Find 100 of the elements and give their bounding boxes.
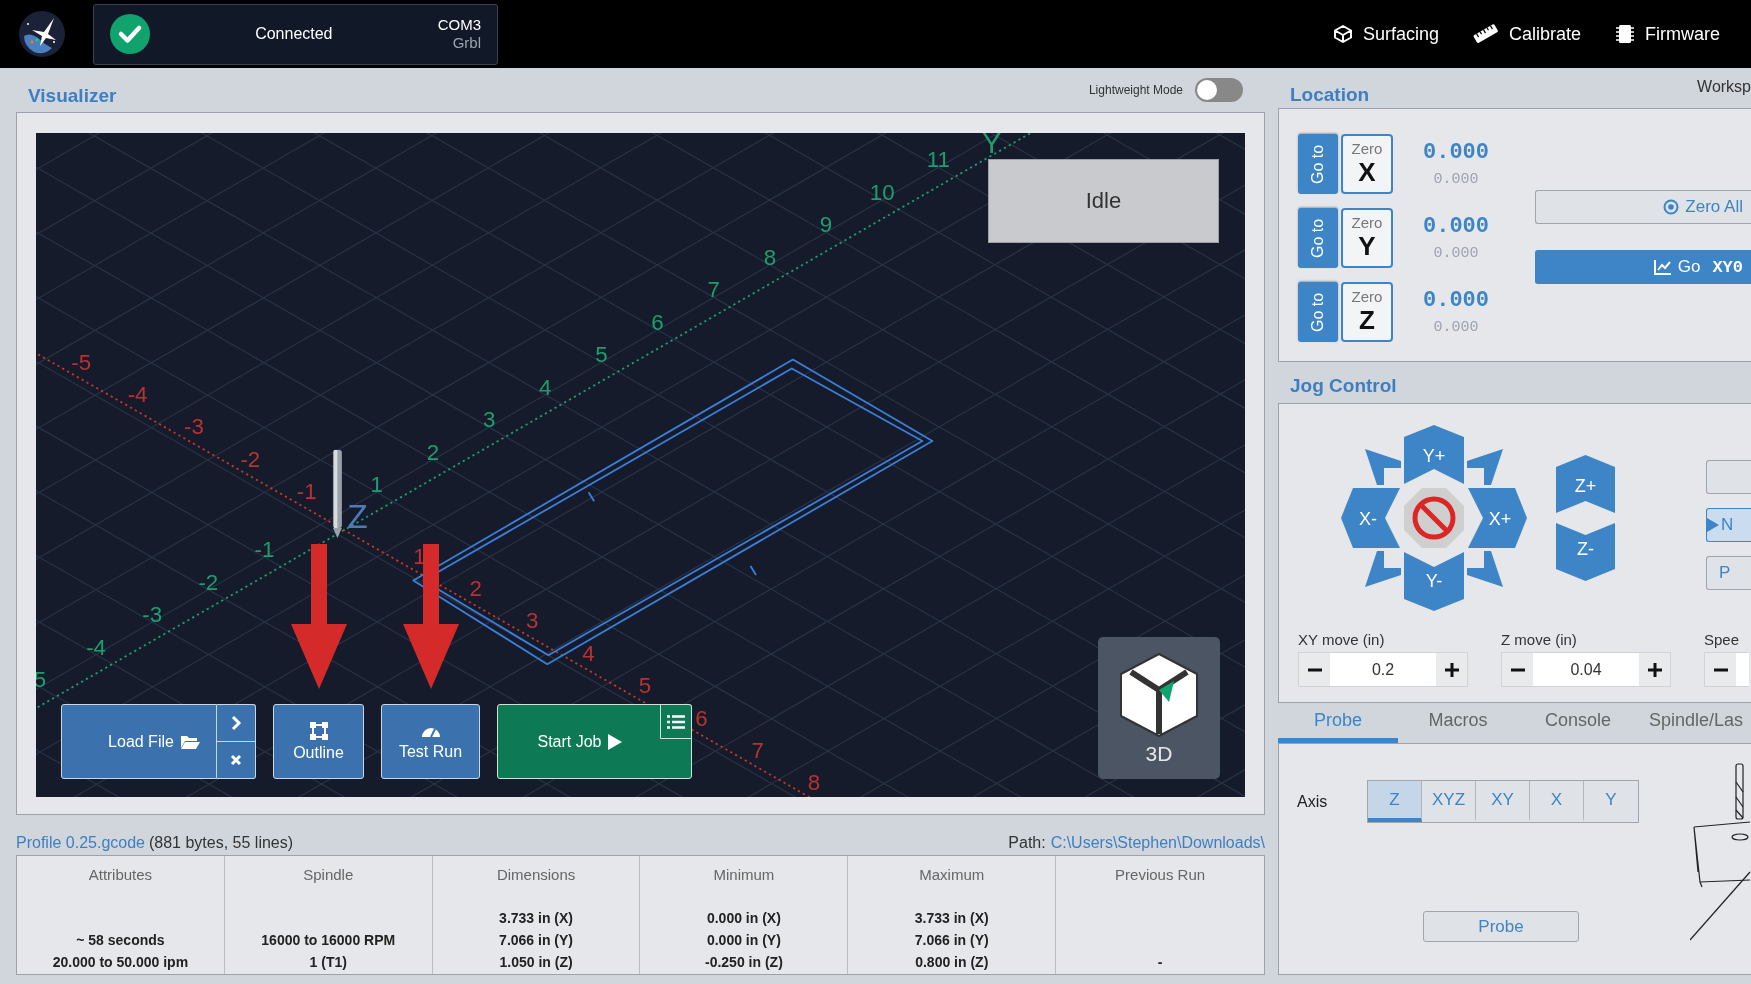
axis-label: 1 (370, 472, 384, 498)
column-heading: Attributes (88, 866, 153, 883)
axis-name: Y (981, 133, 1002, 160)
view-cube-button[interactable]: 3D (1098, 637, 1220, 779)
axis-label: -2 (240, 446, 261, 472)
axis-name: Z (347, 498, 368, 536)
axis-option[interactable]: X (1530, 781, 1584, 822)
axis-option[interactable]: Y (1584, 781, 1638, 822)
table-cell-text: - (1157, 953, 1163, 972)
table-cell-text: 3.733 in (X) (499, 909, 574, 928)
port-name: COM3 (437, 16, 481, 34)
start-job-button[interactable]: Start Job (497, 704, 692, 779)
jog-button[interactable]: Z+ (1556, 455, 1615, 513)
work-position: 0.000 (1423, 140, 1489, 165)
jog-button[interactable]: Y+ (1404, 425, 1464, 484)
go-to-button[interactable]: Go to (1298, 134, 1338, 194)
outline-button[interactable]: Outline (273, 704, 364, 779)
axis-label: -1 (296, 479, 317, 505)
stop-button[interactable] (1404, 488, 1464, 548)
load-file-button[interactable]: Load File (61, 704, 217, 779)
firmware-name: Grbl (452, 34, 481, 52)
cube-icon (1332, 24, 1353, 44)
close-button[interactable] (217, 741, 256, 779)
tab[interactable]: Macros (1398, 703, 1518, 743)
file-details: (881 bytes, 55 lines) (149, 834, 294, 852)
file-path-link[interactable]: C:\Users\Stephen\Downloads\ (1050, 834, 1265, 852)
axis-label: 10 (869, 179, 895, 205)
axis-label: 9 (819, 212, 833, 238)
zero-axis-button[interactable]: Zero Y (1341, 208, 1393, 268)
jog-button[interactable]: Z- (1556, 523, 1615, 581)
table-cell-text: 3.733 in (X) (914, 909, 989, 928)
jog-button[interactable]: Y- (1404, 552, 1464, 611)
table-cell-text: 16000 to 16000 RPM (261, 931, 396, 950)
axis-label: 5 (595, 342, 608, 368)
section-title: Jog Control (1289, 375, 1397, 397)
axis-option[interactable]: XY (1476, 781, 1530, 822)
table-cell-text: 0.800 in (Z) (915, 953, 989, 972)
machine-position: 0.000 (1433, 171, 1479, 188)
diagonal-jog-button[interactable] (1365, 551, 1401, 587)
column-heading: Previous Run (1115, 866, 1206, 883)
table-cell-text: 7.066 in (Y) (914, 931, 989, 950)
job-list-button[interactable] (660, 704, 692, 739)
next-button[interactable] (217, 704, 256, 741)
chevron-icon (230, 715, 242, 731)
axis-label: 7 (751, 737, 764, 763)
machine-position: 0.000 (1433, 319, 1479, 336)
axis-option[interactable]: XYZ (1422, 781, 1476, 822)
axis-label: -5 (71, 349, 92, 375)
go-zero-button[interactable]: Go XY0 (1535, 250, 1751, 284)
axis-label: 8 (807, 770, 821, 796)
zero-all-button[interactable]: Zero All (1535, 190, 1751, 224)
path-label: Path: (1008, 834, 1046, 852)
axis-label: -3 (142, 602, 163, 628)
triangle-icon (1707, 518, 1719, 532)
table-cell-text: 1.050 in (Z) (499, 953, 573, 972)
axis-label: 8 (763, 244, 777, 270)
tab[interactable]: Console (1518, 703, 1638, 743)
axis-option[interactable]: Z (1368, 781, 1422, 822)
nav-button[interactable]: Calibrate (1472, 23, 1581, 45)
field-label: Spee (1704, 631, 1741, 648)
go-to-button[interactable]: Go to (1298, 208, 1338, 268)
table-cell-text: ~ 58 seconds (76, 931, 165, 950)
step-mode-button[interactable]: N (1706, 508, 1751, 542)
axis-label: 6 (651, 309, 664, 335)
nav-button[interactable]: Firmware (1615, 23, 1720, 45)
column-heading: Spindle (303, 866, 354, 883)
test-run-button[interactable]: Test Run (381, 704, 480, 779)
bounding-box-icon (309, 721, 328, 740)
logo-icon (18, 10, 66, 58)
zero-axis-button[interactable]: Zero X (1341, 134, 1393, 194)
axis-label: -4 (86, 634, 106, 660)
close-icon (230, 754, 242, 766)
file-name-link[interactable]: Profile 0.25.gcode (16, 834, 145, 852)
tab[interactable]: Spindle/Las (1638, 703, 1751, 743)
table-cell-text: 1 (T1) (309, 953, 347, 972)
diagonal-jog-button[interactable] (1467, 449, 1503, 485)
axis-label: 3 (526, 608, 539, 634)
go-to-button[interactable]: Go to (1298, 282, 1338, 342)
axis-label: -1 (254, 537, 275, 563)
line-chart-icon (1653, 259, 1672, 275)
section-title: Visualizer (27, 85, 117, 107)
axis-label: 2 (426, 439, 440, 465)
target-icon (1663, 199, 1680, 215)
axis-label: 5 (638, 673, 652, 699)
zero-axis-button[interactable]: Zero Z (1341, 282, 1393, 342)
nav-button[interactable]: Surfacing (1332, 23, 1439, 45)
axis-label: 4 (539, 374, 552, 400)
axis-label: 3 (482, 407, 496, 433)
jog-button[interactable]: X+ (1468, 488, 1527, 548)
field-label: Z move (in) (1501, 631, 1578, 648)
axis-label: 4 (582, 640, 595, 666)
jog-button[interactable]: X- (1341, 488, 1400, 548)
table-cell-text: 20.000 to 50.000 ipm (52, 953, 189, 972)
diagonal-jog-button[interactable] (1467, 551, 1503, 587)
step-mode-button[interactable]: P (1706, 556, 1751, 590)
probe-button[interactable]: Probe (1423, 911, 1579, 942)
toggle-switch[interactable] (1195, 77, 1243, 102)
machine-state: Idle (988, 159, 1219, 243)
column-heading: Minimum (713, 866, 775, 883)
diagonal-jog-button[interactable] (1365, 449, 1401, 485)
